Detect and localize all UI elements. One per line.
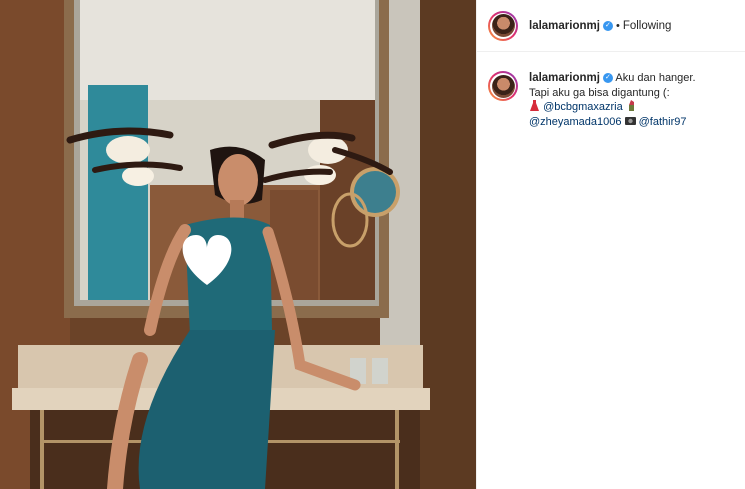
caption-line-2: Tapi aku ga bisa digantung (:	[529, 86, 670, 99]
caption: lalamarionmj ✓ Aku dan hanger. Tapi aku g…	[477, 52, 745, 129]
mention-zheyamada1006[interactable]: @zheyamada1006	[529, 116, 622, 128]
lipstick-emoji-icon	[628, 100, 634, 111]
avatar[interactable]	[488, 10, 518, 41]
dress-emoji-icon	[530, 100, 539, 111]
caption-username-link[interactable]: lalamarionmj	[529, 72, 600, 84]
username-link[interactable]: lalamarionmj	[529, 20, 600, 32]
verified-badge-icon: ✓	[602, 20, 613, 31]
caption-text: lalamarionmj ✓ Aku dan hanger. Tapi aku g…	[529, 71, 696, 129]
mention-fathir97[interactable]: @fathir97	[639, 116, 687, 128]
profile-photo	[491, 14, 515, 37]
separator-dot: •	[615, 19, 620, 32]
post-header: lalamarionmj ✓ • Following	[477, 0, 745, 52]
post-side-panel: lalamarionmj ✓ • Following lalamarionmj ✓…	[476, 0, 745, 489]
profile-photo	[491, 74, 515, 98]
mention-bcbgmaxazria[interactable]: @bcbgmaxazria	[543, 101, 623, 113]
verified-badge-icon: ✓	[602, 73, 613, 84]
caption-line-1: Aku dan hanger.	[615, 72, 696, 84]
camera-emoji-icon	[624, 116, 636, 125]
post-photo[interactable]	[0, 0, 476, 489]
caption-avatar[interactable]	[488, 71, 518, 101]
following-button[interactable]: Following	[623, 20, 672, 32]
